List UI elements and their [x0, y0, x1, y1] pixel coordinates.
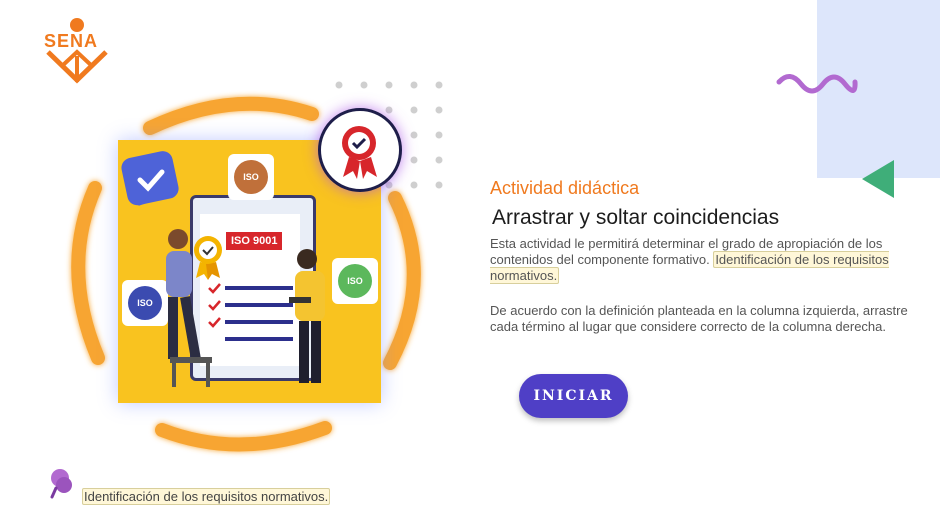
- activity-title: Arrastrar y soltar coincidencias: [492, 206, 780, 229]
- wave-decoration: [776, 74, 858, 94]
- pushpin-icon: [50, 469, 72, 499]
- iso-seal-text: ISO: [234, 160, 268, 194]
- start-button[interactable]: INICIAR: [519, 374, 628, 418]
- award-ribbon-icon: [318, 108, 402, 192]
- triangle-decoration: [862, 160, 894, 198]
- sena-logo: SENA: [40, 16, 114, 86]
- iso-label: ISO 9001: [226, 232, 283, 250]
- activity-kicker: Actividad didáctica: [490, 178, 640, 198]
- footer-topic-highlight: Identificación de los requisitos normati…: [82, 488, 331, 505]
- iso-seal-text: ISO: [338, 264, 372, 298]
- iso-seal-icon: ISO: [228, 154, 274, 200]
- sena-logo-text: SENA: [44, 31, 99, 51]
- person-figure: [166, 229, 212, 387]
- activity-description: Esta actividad le permitirá determinar e…: [490, 236, 900, 284]
- check-chat-icon: [118, 148, 184, 214]
- activity-instructions: De acuerdo con la definición planteada e…: [490, 303, 908, 334]
- person-figure: [289, 249, 325, 383]
- footer-topic-label: Identificación de los requisitos normati…: [82, 488, 331, 505]
